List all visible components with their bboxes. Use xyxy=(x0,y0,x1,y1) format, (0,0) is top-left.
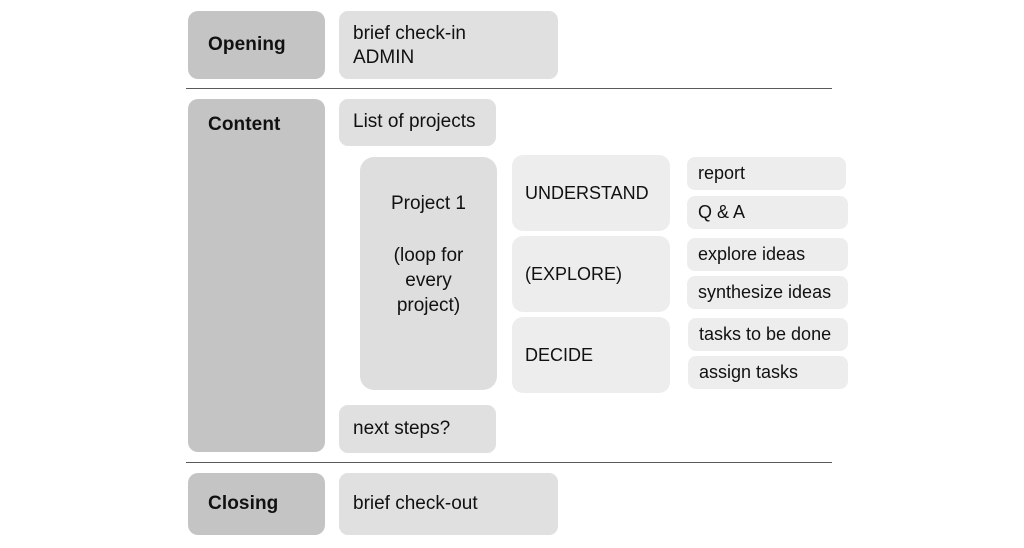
card-opening-line-2: ADMIN xyxy=(353,47,415,69)
card-opening-line-1: brief check-in xyxy=(353,23,466,44)
phase-label-explore: (EXPLORE) xyxy=(525,263,623,284)
activity-pill-tasks-to-be-done: tasks to be done xyxy=(688,318,848,351)
card-project-loop: Project 1 (loop for every project) xyxy=(360,157,497,390)
stage-box-opening: Opening xyxy=(188,11,325,79)
card-list-of-projects: List of projects xyxy=(339,99,496,146)
divider-content-closing xyxy=(186,462,832,463)
phase-label-understand: UNDERSTAND xyxy=(525,182,649,203)
card-project-loop-title: Project 1 xyxy=(391,193,466,214)
card-opening-detail: brief check-in ADMIN xyxy=(339,11,558,79)
loop-subtitle-line-1: (loop for xyxy=(393,245,464,266)
stage-label-opening: Opening xyxy=(208,34,286,55)
phase-card-explore: (EXPLORE) xyxy=(512,236,670,312)
phase-label-decide: DECIDE xyxy=(525,344,594,365)
loop-subtitle-line-3: project) xyxy=(396,295,461,317)
card-opening-text: brief check-in ADMIN xyxy=(353,22,466,71)
card-closing-label: brief check-out xyxy=(353,492,478,514)
card-project-loop-subtitle: (loop for every project) xyxy=(360,243,497,318)
card-list-of-projects-label: List of projects xyxy=(353,111,476,133)
phase-card-decide: DECIDE xyxy=(512,317,670,393)
activity-label-tasks-to-be-done: tasks to be done xyxy=(699,324,832,344)
activity-label-report: report xyxy=(698,163,746,183)
activity-label-qa: Q & A xyxy=(698,202,746,222)
activity-label-assign-tasks: assign tasks xyxy=(699,362,799,382)
stage-box-closing: Closing xyxy=(188,473,325,535)
stage-label-content: Content xyxy=(208,114,281,135)
activity-label-explore-ideas: explore ideas xyxy=(698,244,806,264)
activity-pill-synthesize-ideas: synthesize ideas xyxy=(687,276,848,309)
card-closing-detail: brief check-out xyxy=(339,473,558,535)
activity-pill-qa: Q & A xyxy=(687,196,848,229)
activity-pill-assign-tasks: assign tasks xyxy=(688,356,848,389)
phase-card-understand: UNDERSTAND xyxy=(512,155,670,231)
stage-box-content: Content xyxy=(188,99,325,452)
loop-subtitle-line-2: every xyxy=(405,270,452,292)
activity-pill-explore-ideas: explore ideas xyxy=(687,238,848,271)
activity-label-synthesize-ideas: synthesize ideas xyxy=(698,282,832,302)
divider-opening-content xyxy=(186,88,832,89)
card-next-steps: next steps? xyxy=(339,405,496,453)
stage-label-closing: Closing xyxy=(208,493,279,514)
diagram-canvas: Opening brief check-in ADMIN Content Lis… xyxy=(0,0,1024,548)
card-next-steps-label: next steps? xyxy=(353,417,451,439)
activity-pill-report: report xyxy=(687,157,846,190)
